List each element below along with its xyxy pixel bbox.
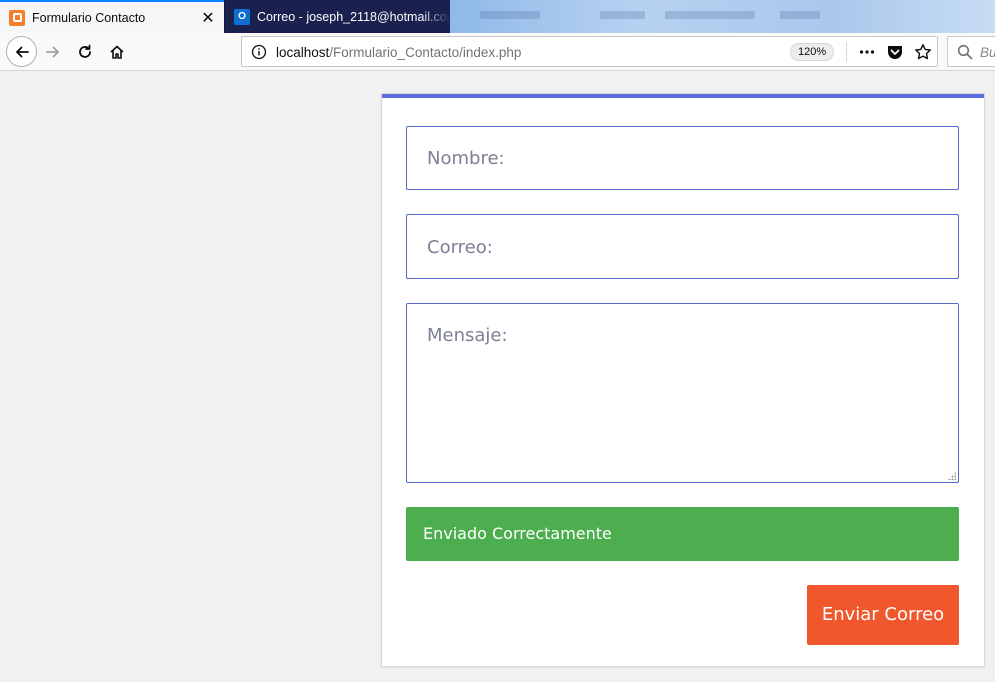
home-button[interactable] — [102, 37, 132, 67]
pocket-icon[interactable] — [886, 43, 904, 66]
bookmark-star-icon[interactable] — [914, 43, 932, 66]
enviar-correo-button[interactable]: Enviar Correo — [807, 585, 959, 645]
tab-formulario-contacto[interactable]: Formulario Contacto ✕ — [0, 0, 224, 33]
search-icon — [957, 44, 973, 65]
correo-placeholder: Correo: — [427, 237, 493, 258]
zoom-indicator[interactable]: 120% — [790, 43, 835, 61]
home-icon — [110, 45, 124, 59]
arrow-right-icon — [46, 46, 59, 58]
url-text[interactable]: localhost/Formulario_Contacto/index.php — [276, 45, 521, 60]
reload-icon — [79, 44, 91, 58]
tab-title: Formulario Contacto — [32, 10, 146, 25]
back-button[interactable] — [6, 36, 37, 67]
arrow-left-icon — [15, 46, 29, 57]
resize-handle-icon[interactable] — [948, 472, 956, 480]
url-path: /Formulario_Contacto/index.php — [329, 45, 522, 60]
divider — [846, 42, 847, 62]
xampp-icon — [9, 9, 25, 26]
address-bar[interactable]: localhost/Formulario_Contacto/index.php … — [241, 36, 938, 67]
mensaje-placeholder: Mensaje: — [427, 325, 508, 346]
mensaje-textarea[interactable]: Mensaje: — [406, 303, 959, 483]
success-alert: Enviado Correctamente — [406, 507, 959, 561]
close-tab-icon[interactable]: ✕ — [198, 8, 218, 28]
search-bar[interactable]: Bu — [947, 36, 995, 67]
outlook-icon: O — [234, 8, 250, 25]
nombre-placeholder: Nombre: — [427, 148, 505, 169]
forward-button[interactable] — [38, 37, 68, 67]
correo-input[interactable]: Correo: — [406, 214, 959, 279]
navigation-toolbar: localhost/Formulario_Contacto/index.php … — [0, 33, 995, 71]
page-actions-icon[interactable] — [858, 43, 876, 66]
tab-title: Correo - joseph_2118@hotmail.com — [257, 9, 450, 24]
reload-button[interactable] — [70, 37, 100, 67]
contact-form-card: Nombre: Correo: Mensaje: Enviado Correct… — [382, 94, 984, 666]
tab-strip: Formulario Contacto ✕ O Correo - joseph_… — [0, 0, 995, 33]
blurred-tabs-area — [450, 0, 995, 33]
url-host: localhost — [276, 45, 330, 60]
search-placeholder: Bu — [980, 45, 995, 60]
nombre-input[interactable]: Nombre: — [406, 126, 959, 190]
tab-correo[interactable]: O Correo - joseph_2118@hotmail.com — [225, 0, 450, 33]
site-info-icon[interactable] — [251, 44, 267, 65]
